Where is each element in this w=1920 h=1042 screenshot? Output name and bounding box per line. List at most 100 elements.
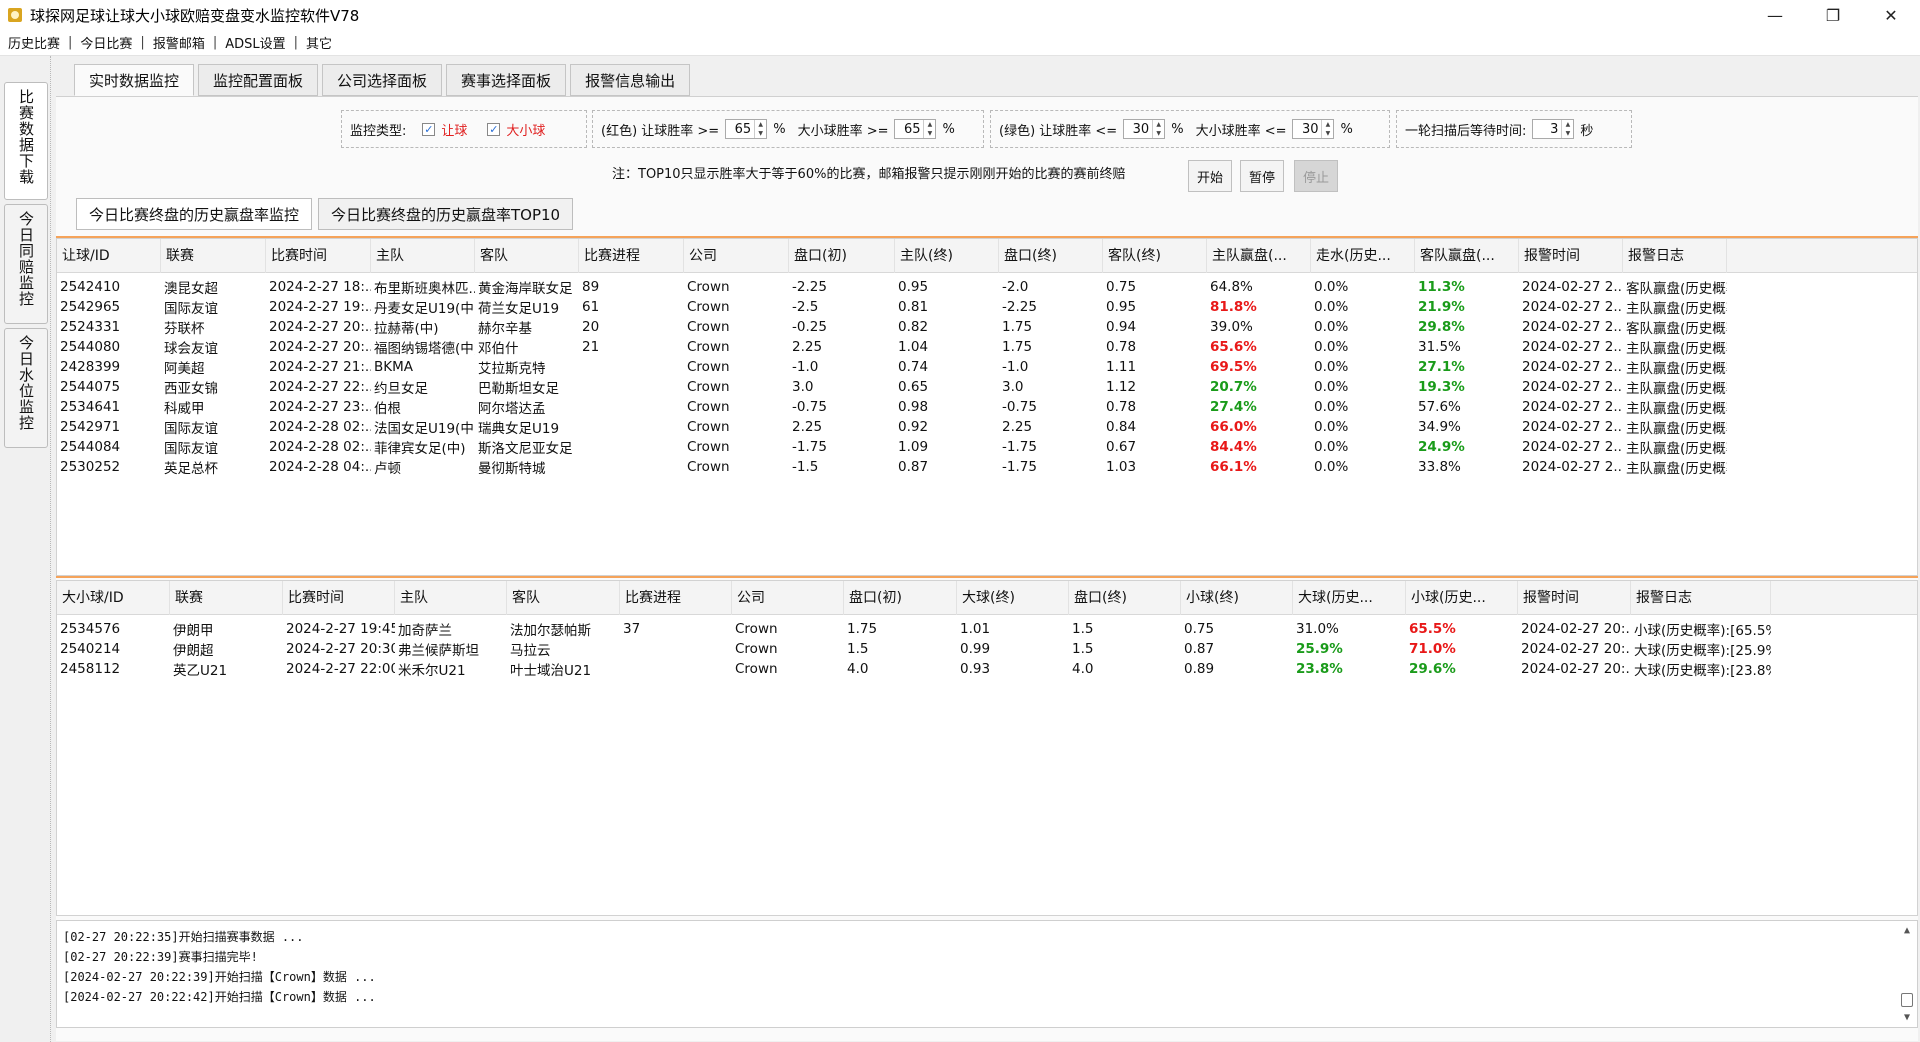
start-button[interactable]: 开始 <box>1188 160 1232 192</box>
scroll-thumb[interactable] <box>1901 993 1913 1007</box>
sidebar-tab-data-download[interactable]: 比赛数据下载 <box>4 82 48 200</box>
table-cell: 瑞典女足U19 <box>478 421 560 437</box>
table-row[interactable]: 2458112 英乙U21 2024-2-27 22:00 米禾尔U21 叶士域治U21… <box>57 659 1917 679</box>
column-header[interactable]: 报警时间 <box>1519 239 1623 273</box>
column-header[interactable]: 让球/ID <box>57 239 161 273</box>
spinner-arrows-icon[interactable]: ▲ ▼ <box>923 120 935 138</box>
tab-league[interactable]: 赛事选择面板 <box>446 64 567 96</box>
column-header[interactable]: 主队(终) <box>895 239 999 273</box>
pause-button[interactable]: 暂停 <box>1240 160 1284 192</box>
log-scrollbar[interactable]: ▲ ▼ <box>1899 925 1915 1023</box>
table-row[interactable]: 2534576 伊朗甲 2024-2-27 19:45 加奇萨兰 法加尔瑟帕斯 37 Cro… <box>57 619 1917 639</box>
red-ou-spinner[interactable]: 65 ▲ ▼ <box>894 119 937 139</box>
column-header[interactable]: 比赛时间 <box>266 239 371 273</box>
table-row[interactable]: 2542410 澳昆女超 2024-2-27 18:... 布里斯班奥林匹... 黄金海… <box>57 277 1917 297</box>
column-header[interactable]: 客队(终) <box>1103 239 1207 273</box>
column-header[interactable]: 大球(终) <box>957 581 1069 615</box>
table-cell: 11.3% <box>1418 279 1465 295</box>
tab-company[interactable]: 公司选择面板 <box>322 64 443 96</box>
table-cell: 2024-02-27 2... <box>1522 379 1623 395</box>
table-cell: 0.89 <box>1184 661 1215 677</box>
table-row[interactable]: 2524331 芬联杯 2024-2-27 20:... 拉赫蒂(中) 赫尔辛基 20 Cr… <box>57 317 1917 337</box>
column-header[interactable]: 大球(历史... <box>1293 581 1406 615</box>
table-row[interactable]: 2542971 国际友谊 2024-2-28 02:... 法国女足U19(中) 瑞典女… <box>57 417 1917 437</box>
tab-alert-output[interactable]: 报警信息输出 <box>570 64 691 96</box>
table-cell: 4.0 <box>1072 661 1094 677</box>
column-header[interactable]: 主队 <box>395 581 507 615</box>
menu-other[interactable]: 其它 <box>298 33 340 52</box>
table-cell: 菲律宾女足(中) <box>374 441 466 457</box>
spinner-arrows-icon[interactable]: ▲ ▼ <box>1321 120 1333 138</box>
column-header[interactable]: 公司 <box>732 581 844 615</box>
table-cell: 1.01 <box>960 621 991 637</box>
table-cell: 81.8% <box>1210 299 1257 315</box>
table-row[interactable]: 2530252 英足总杯 2024-2-28 04:... 卢顿 曼彻斯特城 Crown -… <box>57 457 1917 477</box>
column-header[interactable]: 客队赢盘(... <box>1415 239 1519 273</box>
green-handicap-spinner[interactable]: 30 ▲ ▼ <box>1123 119 1166 139</box>
column-header[interactable]: 客队 <box>475 239 579 273</box>
table-cell: 球会友谊 <box>164 341 218 357</box>
table-row[interactable]: 2540214 伊朗超 2024-2-27 20:30 弗兰候萨斯坦 马拉云 Crown 1… <box>57 639 1917 659</box>
column-header[interactable]: 报警日志 <box>1631 581 1771 615</box>
menu-bar: 历史比赛 | 今日比赛 | 报警邮箱 | ADSL设置 | 其它 <box>0 30 1920 56</box>
tab-config[interactable]: 监控配置面板 <box>198 64 319 96</box>
table-row[interactable]: 2544080 球会友谊 2024-2-27 20:... 福图纳锡塔德(中) 邓伯什 2… <box>57 337 1917 357</box>
monitor-type-group: 监控类型: ✓ 让球 ✓ 大小球 <box>341 110 587 148</box>
table-cell: 2024-2-27 22:00 <box>286 661 395 677</box>
check-icon[interactable]: ✓ <box>422 122 436 136</box>
check-icon[interactable]: ✓ <box>487 122 501 136</box>
menu-alert-email[interactable]: 报警邮箱 <box>145 33 213 52</box>
sidebar-tab-same-odds[interactable]: 今日同赔监控 <box>4 204 48 324</box>
table-row[interactable]: 2534641 科威甲 2024-2-27 23:... 伯根 阿尔塔达孟 Crown -0… <box>57 397 1917 417</box>
column-header[interactable]: 主队赢盘(... <box>1207 239 1311 273</box>
column-header[interactable]: 走水(历史... <box>1311 239 1415 273</box>
table-row[interactable]: 2544075 西亚女锦 2024-2-27 22:... 约旦女足 巴勒斯坦女足 Cro… <box>57 377 1917 397</box>
table-row[interactable]: 2542965 国际友谊 2024-2-27 19:... 丹麦女足U19(中) 荷兰女… <box>57 297 1917 317</box>
column-header[interactable]: 盘口(初) <box>789 239 895 273</box>
subtab-top10[interactable]: 今日比赛终盘的历史赢盘率TOP10 <box>318 198 574 230</box>
column-header[interactable]: 比赛进程 <box>579 239 684 273</box>
column-header[interactable]: 大小球/ID <box>57 581 170 615</box>
sidebar-tab-water-level[interactable]: 今日水位监控 <box>4 328 48 448</box>
spinner-arrows-icon[interactable]: ▲ ▼ <box>754 120 766 138</box>
red-handicap-spinner[interactable]: 65 ▲ ▼ <box>725 119 768 139</box>
spinner-arrows-icon[interactable]: ▲ ▼ <box>1561 120 1573 138</box>
table-cell: 2540214 <box>60 641 121 657</box>
tab-realtime[interactable]: 实时数据监控 <box>74 64 195 96</box>
column-header[interactable]: 报警日志 <box>1623 239 1727 273</box>
column-header[interactable]: 盘口(终) <box>1069 581 1181 615</box>
subtab-monitor[interactable]: 今日比赛终盘的历史赢盘率监控 <box>76 198 313 230</box>
column-header[interactable]: 报警时间 <box>1518 581 1631 615</box>
table-cell: 主队赢盘(历史概率):[27.4%<=30%] <box>1626 401 1727 417</box>
close-button[interactable]: ✕ <box>1862 0 1920 30</box>
column-header[interactable]: 盘口(终) <box>999 239 1103 273</box>
column-header[interactable]: 比赛时间 <box>283 581 395 615</box>
column-header[interactable]: 客队 <box>507 581 620 615</box>
column-header[interactable]: 主队 <box>371 239 475 273</box>
stop-button[interactable]: 停止 <box>1294 160 1338 192</box>
table-cell: 2024-2-28 02:... <box>269 419 371 435</box>
column-header[interactable]: 盘口(初) <box>844 581 957 615</box>
log-line: [2024-02-27 20:22:39]开始扫描【Crown】数据 ... <box>63 970 376 984</box>
minimize-button[interactable]: — <box>1746 0 1804 30</box>
column-header[interactable]: 小球(终) <box>1181 581 1293 615</box>
spinner-arrows-icon[interactable]: ▲ ▼ <box>1152 120 1164 138</box>
scroll-down-icon[interactable]: ▼ <box>1904 1012 1910 1023</box>
restore-button[interactable]: ❐ <box>1804 0 1862 30</box>
column-header[interactable]: 比赛进程 <box>620 581 732 615</box>
menu-today[interactable]: 今日比赛 <box>72 33 140 52</box>
column-header[interactable]: 公司 <box>684 239 789 273</box>
menu-adsl[interactable]: ADSL设置 <box>217 33 293 52</box>
column-header[interactable]: 联赛 <box>161 239 266 273</box>
table-row[interactable]: 2544084 国际友谊 2024-2-28 02:... 菲律宾女足(中) 斯洛文尼亚… <box>57 437 1917 457</box>
table-cell: -1.0 <box>792 359 819 375</box>
wait-spinner[interactable]: 3 ▲ ▼ <box>1532 119 1575 139</box>
table-cell: 2542410 <box>60 279 121 295</box>
table-cell: 1.09 <box>898 439 929 455</box>
column-header[interactable]: 联赛 <box>170 581 283 615</box>
menu-history[interactable]: 历史比赛 <box>0 33 68 52</box>
column-header[interactable]: 小球(历史... <box>1406 581 1518 615</box>
table-row[interactable]: 2428399 阿美超 2024-2-27 21:... BKMA 艾拉斯克特 Crown… <box>57 357 1917 377</box>
scroll-up-icon[interactable]: ▲ <box>1904 925 1910 936</box>
green-ou-spinner[interactable]: 30 ▲ ▼ <box>1292 119 1335 139</box>
